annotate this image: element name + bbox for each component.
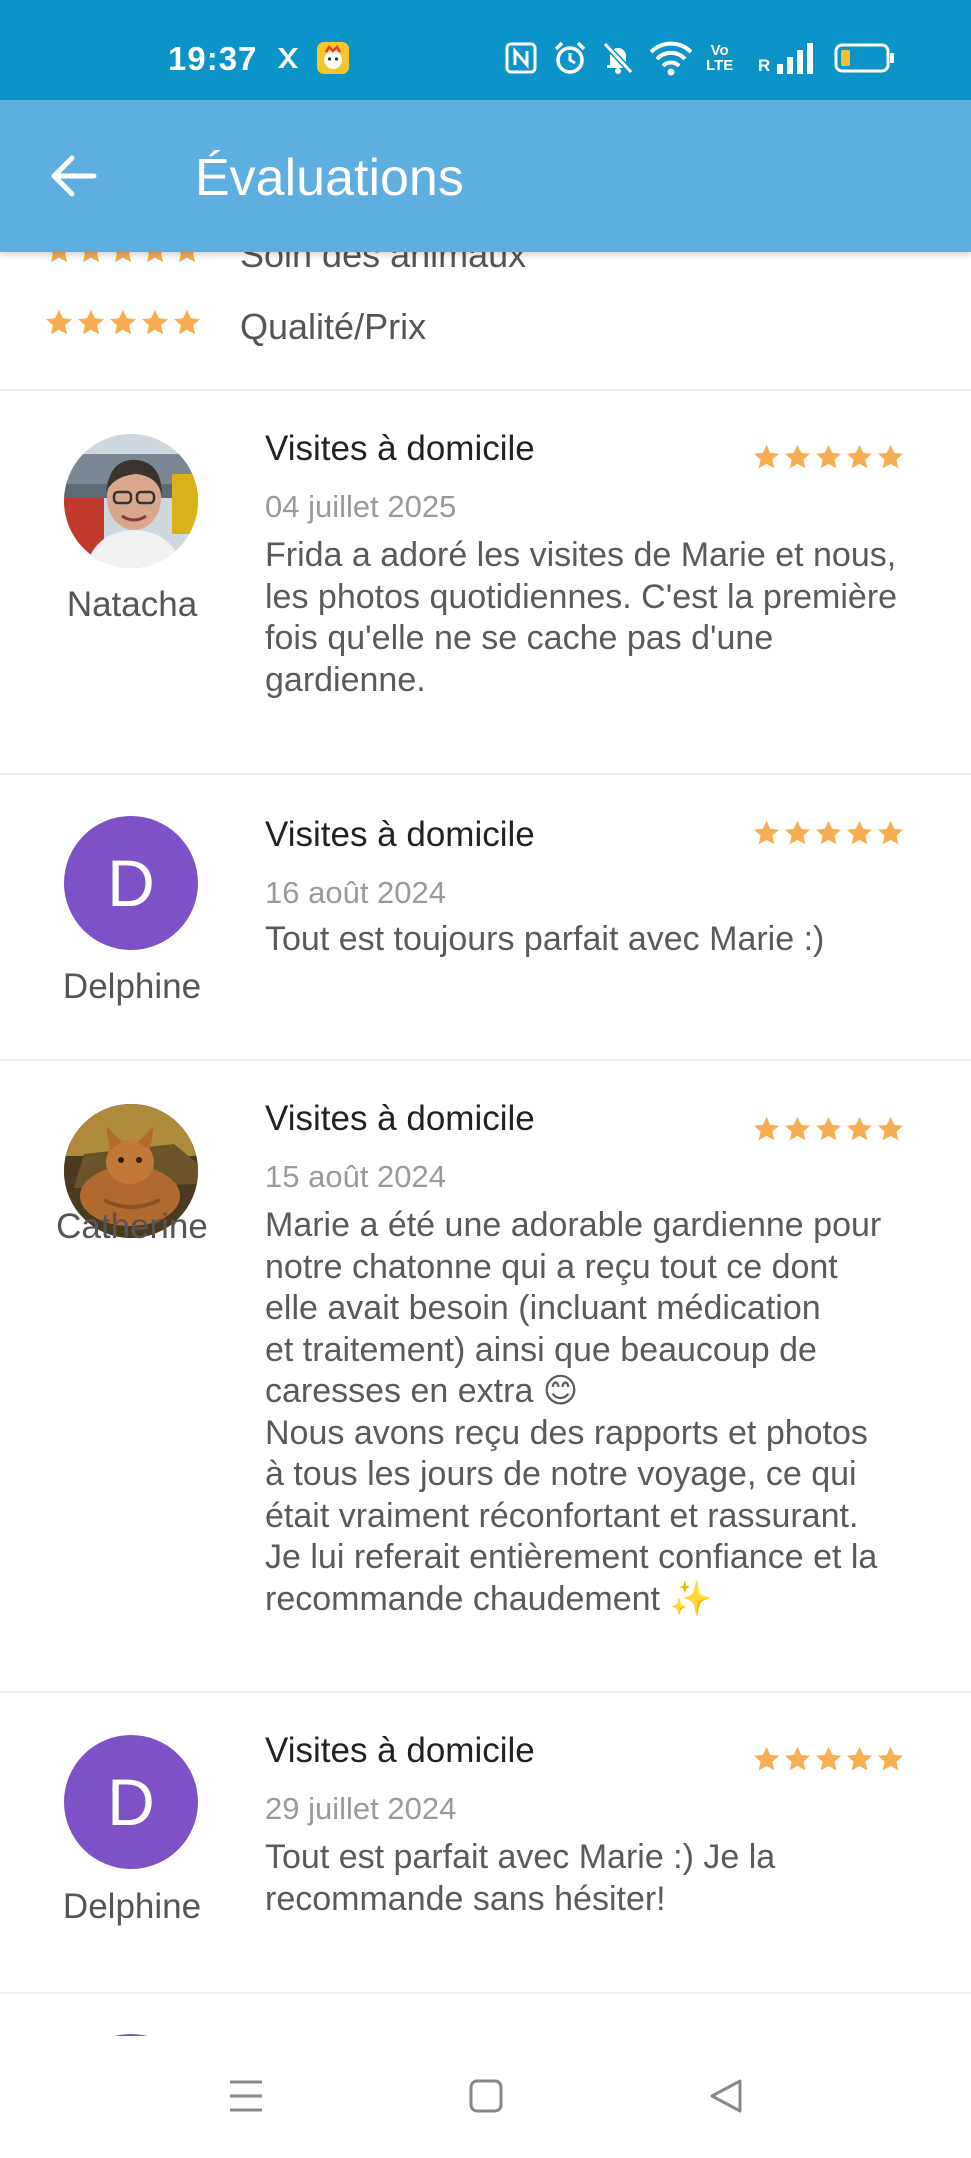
back-arrow-icon [51,155,97,197]
criterion-row: Soin des animaux [0,252,971,284]
star-icon [753,1116,780,1141]
home-button[interactable] [456,2066,516,2126]
star-icon [753,444,780,469]
mute-icon [600,40,636,76]
star-icon [846,444,873,469]
avatar[interactable] [64,434,198,568]
star-icon [784,444,811,469]
status-bar: 19:37 Vo LTE R [0,0,971,100]
criterion-label: Soin des animaux [240,252,527,275]
criterion-row: Qualité/Prix [0,296,971,356]
star-icon [846,1746,873,1771]
avatar[interactable]: D [64,816,198,950]
recent-apps-button[interactable] [216,2066,276,2126]
review-item: D Delphine Visites à domicile 29 juillet… [0,1693,971,1993]
back-nav-button[interactable] [696,2066,756,2126]
status-time: 19:37 [168,40,258,77]
avatar[interactable]: D [64,1735,198,1869]
star-icon [846,1116,873,1141]
signal-icon [776,40,818,76]
criterion-stars [44,308,202,338]
review-service: Visites à domicile [265,429,535,468]
star-icon [110,309,136,335]
review-author: Delphine [62,967,202,1006]
roaming-indicator: R [758,56,771,75]
review-author: Delphine [62,1887,202,1926]
battery-icon [834,40,896,76]
volte-icon: Vo LTE [706,42,734,74]
review-item: D Delphine Visites à domicile 16 août 20… [0,775,971,1059]
back-button[interactable] [44,146,104,206]
app-bar: Évaluations [0,100,971,252]
review-author: Natacha [66,585,198,624]
review-stars [752,1745,905,1774]
review-author: Catherine [56,1207,208,1246]
review-date: 16 août 2024 [265,875,447,910]
star-icon [784,1746,811,1771]
criterion-label: Qualité/Prix [240,306,427,347]
page-title: Évaluations [195,149,464,207]
review-text: Tout est parfait avec Marie :) Je la rec… [265,1838,776,1918]
home-icon [469,2079,503,2113]
review-service: Visites à domicile [265,1099,535,1138]
criterion-stars [44,252,202,266]
review-stars [752,819,905,848]
star-icon [877,1116,904,1141]
star-icon [784,820,811,845]
review-date: 15 août 2024 [265,1159,447,1194]
star-icon [846,820,873,845]
review-service: Visites à domicile [265,1731,535,1770]
review-text: Tout est toujours parfait avec Marie :) [265,920,825,958]
app-icon [272,40,304,76]
star-icon [815,820,842,845]
navigation-bar [0,2036,971,2158]
menu-icon [230,2080,262,2112]
star-icon [815,444,842,469]
reviews-list[interactable]: Soin des animaux Qualité/Prix Natacha Vi… [0,252,971,2036]
star-icon [815,1116,842,1141]
divider [0,1992,971,1994]
star-icon [784,1116,811,1141]
star-icon [877,1746,904,1771]
star-icon [146,252,164,263]
user-photo-icon [64,434,198,568]
star-icon [82,252,100,263]
review-item: Natacha Visites à domicile 04 juillet 20… [0,391,971,773]
notification-icon [316,40,350,76]
star-icon [46,309,72,335]
star-icon [114,252,132,263]
star-icon [174,309,200,335]
star-icon [877,820,904,845]
star-icon [178,252,196,263]
review-text: Marie a été une adorable gardienne pour … [265,1206,882,1618]
wifi-icon [648,40,694,76]
star-icon [753,820,780,845]
star-icon [50,252,68,263]
nfc-icon [504,40,538,76]
star-icon [815,1746,842,1771]
review-stars [752,1115,905,1144]
star-icon [753,1746,780,1771]
review-service: Visites à domicile [265,815,535,854]
review-item: Catherine Visites à domicile 15 août 202… [0,1061,971,1691]
star-icon [142,309,168,335]
review-text: Frida a adoré les visites de Marie et no… [265,536,898,699]
back-triangle-icon [710,2079,742,2113]
review-stars [752,443,905,472]
star-icon [78,309,104,335]
star-icon [877,444,904,469]
review-date: 04 juillet 2025 [265,489,457,524]
review-date: 29 juillet 2024 [265,1791,457,1826]
alarm-icon [552,40,588,76]
